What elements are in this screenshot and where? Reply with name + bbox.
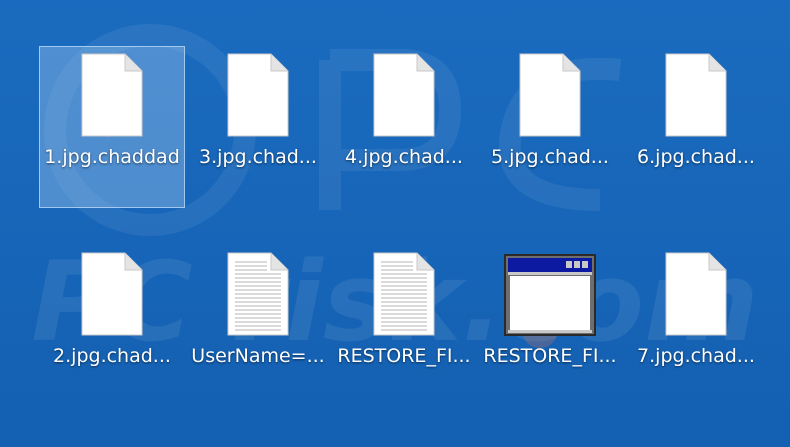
- file-label: 5.jpg.chad...: [491, 146, 609, 168]
- file-label: 4.jpg.chad...: [345, 146, 463, 168]
- file-label: UserName=...: [191, 345, 325, 367]
- blank-document-icon: [624, 47, 768, 145]
- blank-document-icon: [478, 47, 622, 145]
- application-window-icon: [478, 246, 622, 344]
- file-item-5jpg[interactable]: 5.jpg.chad...: [477, 46, 623, 175]
- file-label: 6.jpg.chad...: [637, 146, 755, 168]
- file-item-restore-txt[interactable]: RESTORE_FI...: [331, 245, 477, 374]
- blank-document-icon: [624, 246, 768, 344]
- desktop-icon-grid: 1.jpg.chaddad 3.jpg.chad... 4.jpg.chad..…: [0, 0, 790, 447]
- file-item-2jpg[interactable]: 2.jpg.chad...: [39, 245, 185, 374]
- file-item-6jpg[interactable]: 6.jpg.chad...: [623, 46, 769, 175]
- file-item-3jpg[interactable]: 3.jpg.chad...: [185, 46, 331, 175]
- file-label: 1.jpg.chaddad: [44, 146, 180, 168]
- file-item-7jpg[interactable]: 7.jpg.chad...: [623, 245, 769, 374]
- file-item-username[interactable]: UserName=...: [185, 245, 331, 374]
- file-label: RESTORE_FI...: [337, 345, 471, 367]
- text-document-icon: [332, 246, 476, 344]
- blank-document-icon: [332, 47, 476, 145]
- file-label: 7.jpg.chad...: [637, 345, 755, 367]
- file-label: RESTORE_FI...: [483, 345, 617, 367]
- blank-document-icon: [40, 47, 184, 145]
- blank-document-icon: [186, 47, 330, 145]
- blank-document-icon: [40, 246, 184, 344]
- file-label: 2.jpg.chad...: [53, 345, 171, 367]
- text-document-icon: [186, 246, 330, 344]
- file-item-1jpg[interactable]: 1.jpg.chaddad: [39, 46, 185, 208]
- file-item-4jpg[interactable]: 4.jpg.chad...: [331, 46, 477, 175]
- file-item-restore-hta[interactable]: RESTORE_FI...: [477, 245, 623, 374]
- file-label: 3.jpg.chad...: [199, 146, 317, 168]
